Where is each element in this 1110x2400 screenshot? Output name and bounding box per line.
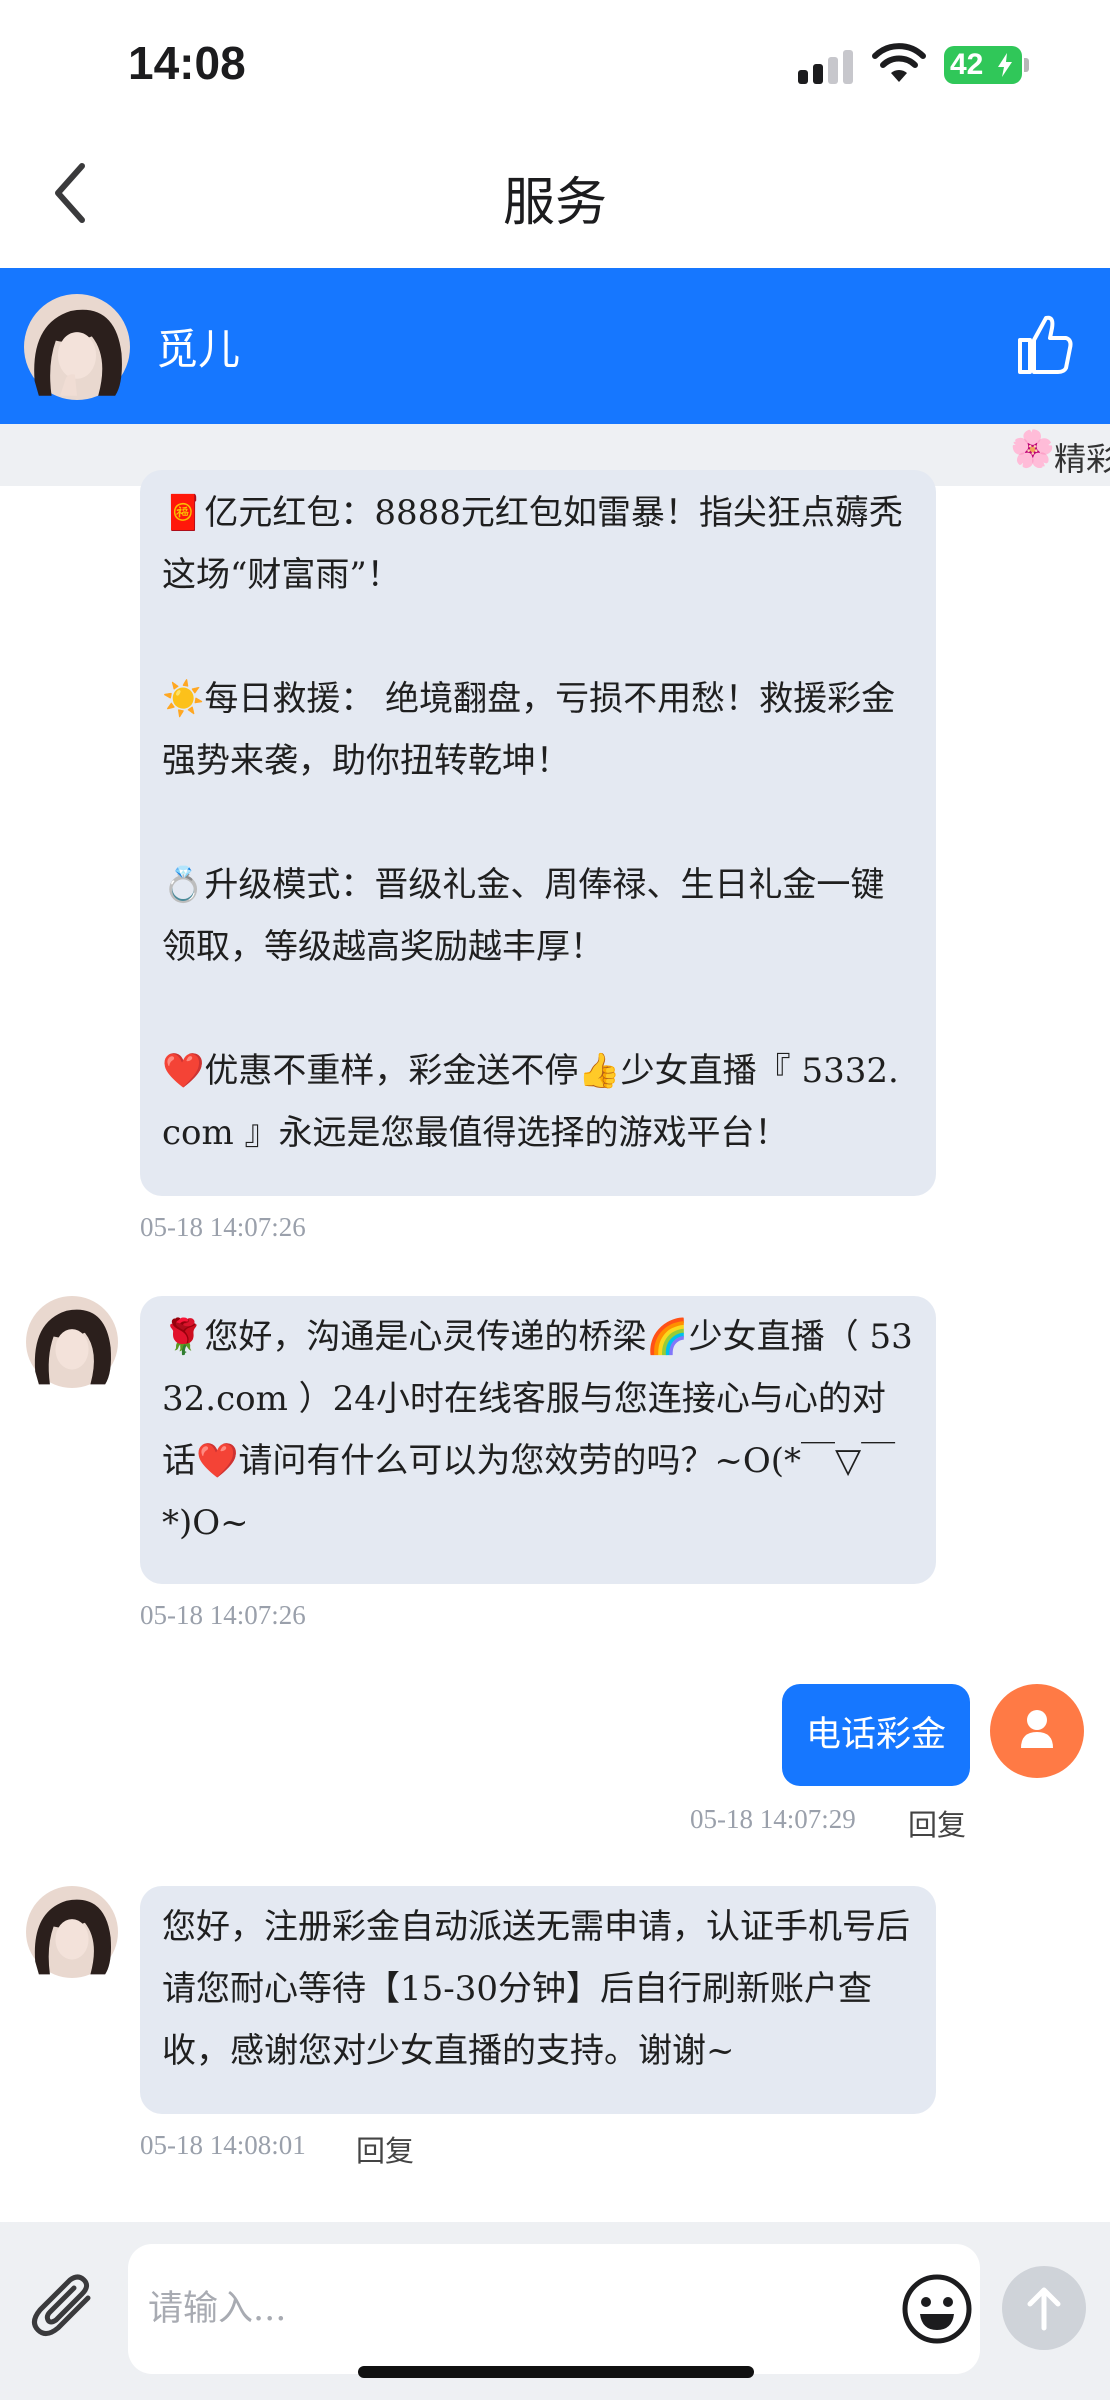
wifi-icon: [872, 43, 926, 82]
message-bubble-outgoing: 电话彩金: [782, 1684, 970, 1786]
message-bubble-incoming: 您好，注册彩金自动派送无需申请，认证手机号后请您耐心等待【15-30分钟】后自行…: [140, 1886, 936, 2114]
user-avatar[interactable]: [990, 1684, 1084, 1778]
thumbs-up-icon[interactable]: [1016, 312, 1074, 376]
message-timestamp: 05-18 14:07:26: [140, 1212, 306, 1242]
paperclip-icon[interactable]: [28, 2268, 104, 2344]
message-timestamp: 05-18 14:07:29: [690, 1804, 856, 1834]
emoji-icon[interactable]: [900, 2272, 974, 2346]
battery-level: 42: [950, 48, 984, 81]
agent-avatar[interactable]: [26, 1886, 118, 1978]
message-bubble-incoming: 🌹您好，沟通是心灵传递的桥梁🌈少女直播（ 5332.com ）24小时在线客服与…: [140, 1296, 936, 1584]
agent-name: 觅儿: [156, 325, 241, 374]
message-input[interactable]: [128, 2244, 980, 2374]
flower-icon: 🌸: [1010, 429, 1055, 470]
home-indicator: [358, 2366, 754, 2378]
user-icon: [1021, 1710, 1053, 1748]
message-timestamp: 05-18 14:08:01: [140, 2130, 306, 2160]
message-timestamp: 05-18 14:07:26: [140, 1600, 306, 1630]
reply-link[interactable]: 回复: [356, 2128, 414, 2170]
battery-icon: 42: [944, 46, 1022, 84]
page-title: 服务: [502, 173, 607, 233]
arrow-up-icon: [1027, 2287, 1061, 2331]
send-button[interactable]: [1002, 2266, 1086, 2350]
status-time: 14:08: [128, 37, 246, 89]
battery-nub: [1024, 58, 1029, 72]
message-text: 电话彩金: [805, 1715, 946, 1755]
agent-avatar[interactable]: [24, 294, 130, 400]
reply-link[interactable]: 回复: [908, 1802, 966, 1844]
message-text: 🌹您好，沟通是心灵传递的桥梁🌈少女直播（ 5332.com ）24小时在线客服与…: [162, 1317, 913, 1543]
cellular-signal-icon: [798, 48, 856, 84]
marquee-text: 精彩: [1054, 440, 1110, 478]
message-text: 您好，注册彩金自动派送无需申请，认证手机号后请您耐心等待【15-30分钟】后自行…: [162, 1907, 910, 2071]
message-text: 🧧亿元红包：8888元红包如雷暴！指尖狂点薅秃这场“财富雨”！ ☀️每日救援： …: [162, 493, 903, 1153]
charging-bolt-icon: [998, 53, 1012, 77]
message-bubble-incoming: 🧧亿元红包：8888元红包如雷暴！指尖狂点薅秃这场“财富雨”！ ☀️每日救援： …: [140, 470, 936, 1196]
agent-avatar[interactable]: [26, 1296, 118, 1388]
